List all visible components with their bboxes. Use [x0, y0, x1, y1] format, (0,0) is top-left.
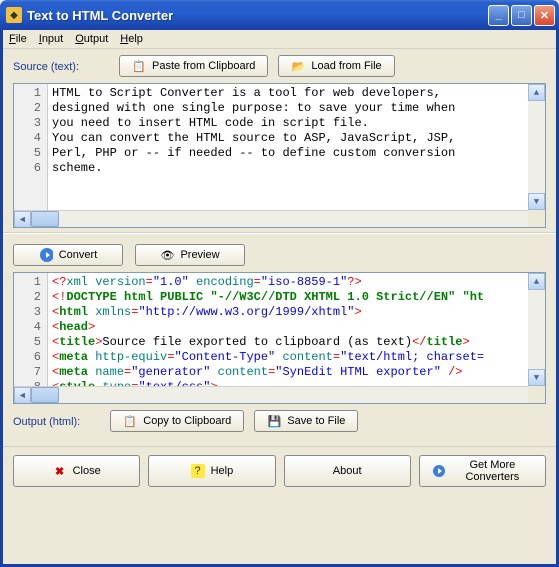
convert-arrow-icon — [39, 248, 53, 262]
paste-from-clipboard-button[interactable]: 📋 Paste from Clipboard — [119, 55, 268, 77]
source-label: Source (text): — [13, 55, 79, 77]
scroll-left-icon[interactable]: ◄ — [14, 211, 31, 228]
help-label: Help — [211, 465, 234, 477]
more-label: Get More Converters — [452, 459, 533, 483]
get-more-converters-button[interactable]: Get More Converters — [419, 455, 546, 487]
help-icon: ? — [191, 464, 205, 478]
about-button[interactable]: About — [284, 455, 411, 487]
copy-to-clipboard-button[interactable]: 📋 Copy to Clipboard — [110, 410, 244, 432]
scroll-left-icon[interactable]: ◄ — [14, 387, 31, 404]
app-icon: ◆ — [6, 7, 22, 23]
source-hscrollbar[interactable]: ◄ ► — [14, 210, 545, 227]
menu-output[interactable]: Output — [75, 33, 108, 45]
load-label: Load from File — [311, 60, 381, 72]
window-title: Text to HTML Converter — [27, 8, 488, 23]
maximize-button[interactable]: □ — [511, 5, 532, 26]
save-label: Save to File — [287, 415, 345, 427]
convert-button[interactable]: Convert — [13, 244, 123, 266]
scroll-up-icon[interactable]: ▲ — [528, 84, 545, 101]
save-icon: 💾 — [267, 414, 281, 428]
close-window-button[interactable]: ✕ — [534, 5, 555, 26]
menu-file[interactable]: File — [9, 33, 27, 45]
output-code[interactable]: <?xml version="1.0" encoding="iso-8859-1… — [48, 273, 545, 386]
output-vscrollbar[interactable]: ▲ ▼ — [528, 273, 545, 386]
preview-label: Preview — [180, 249, 219, 261]
close-button[interactable]: ✖ Close — [13, 455, 140, 487]
paste-label: Paste from Clipboard — [152, 60, 255, 72]
source-gutter: 123456 — [14, 84, 48, 210]
folder-open-icon: 📂 — [291, 59, 305, 73]
close-x-icon: ✖ — [53, 464, 67, 478]
titlebar[interactable]: ◆ Text to HTML Converter _ □ ✕ — [0, 0, 559, 30]
preview-button[interactable]: 👁 Preview — [135, 244, 245, 266]
scroll-up-icon[interactable]: ▲ — [528, 273, 545, 290]
help-button[interactable]: ? Help — [148, 455, 275, 487]
menu-input[interactable]: Input — [39, 33, 63, 45]
bottom-toolbar: ✖ Close ? Help About Get More Converters — [3, 446, 556, 495]
output-hscrollbar[interactable]: ◄ ► — [14, 386, 545, 403]
source-vscrollbar[interactable]: ▲ ▼ — [528, 84, 545, 210]
about-label: About — [333, 465, 362, 477]
menu-help[interactable]: Help — [120, 33, 143, 45]
source-code[interactable]: HTML to Script Converter is a tool for w… — [48, 84, 545, 210]
source-editor[interactable]: 123456 HTML to Script Converter is a too… — [13, 83, 546, 228]
output-gutter: 123456789 — [14, 273, 48, 386]
scroll-down-icon[interactable]: ▼ — [528, 369, 545, 386]
copy-icon: 📋 — [123, 414, 137, 428]
close-label: Close — [73, 465, 101, 477]
output-editor[interactable]: 123456789 <?xml version="1.0" encoding="… — [13, 272, 546, 404]
copy-label: Copy to Clipboard — [143, 415, 231, 427]
convert-label: Convert — [59, 249, 98, 261]
scroll-down-icon[interactable]: ▼ — [528, 193, 545, 210]
minimize-button[interactable]: _ — [488, 5, 509, 26]
save-to-file-button[interactable]: 💾 Save to File — [254, 410, 358, 432]
load-from-file-button[interactable]: 📂 Load from File — [278, 55, 394, 77]
menubar: File Input Output Help — [3, 30, 556, 49]
output-label: Output (html): — [13, 410, 80, 432]
globe-arrow-icon — [432, 464, 446, 478]
paste-icon: 📋 — [132, 59, 146, 73]
eye-icon: 👁 — [160, 248, 174, 262]
